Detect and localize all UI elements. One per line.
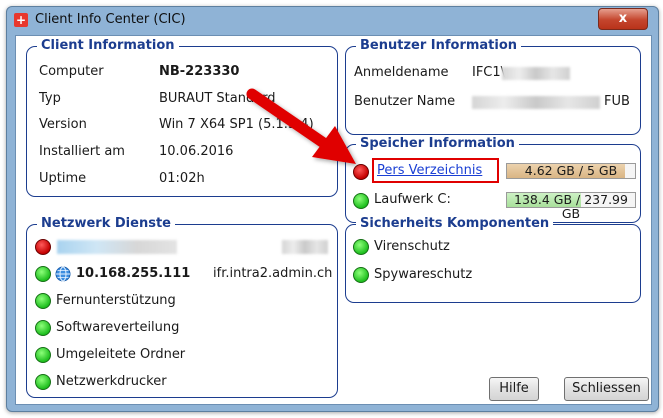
username-label: Benutzer Name: [354, 94, 456, 109]
client-row-label: Computer: [39, 64, 104, 79]
service-label: Netzwerkdrucker: [56, 374, 167, 389]
client-row-version: Version Win 7 X64 SP1 (5.1.3.4): [39, 115, 329, 135]
client-row-typ: Typ BURAUT Standard: [39, 89, 329, 109]
client-row-label: Typ: [39, 91, 61, 106]
client-row-value: 01:02h: [159, 171, 205, 186]
title-bar[interactable]: + Client Info Center (CIC) x: [7, 7, 658, 33]
client-row-computer: Computer NB-223330: [39, 62, 329, 82]
client-row-uptime: Uptime 01:02h: [39, 169, 329, 189]
drive-usage-bar: 138.4 GB / 237.99 GB: [506, 192, 636, 221]
redacted-login: [502, 67, 570, 80]
security-label: Spywareschutz: [374, 267, 473, 282]
drive-status-dot: [353, 193, 369, 209]
ip-status-dot: [35, 266, 51, 282]
globe-icon: [55, 266, 71, 282]
redacted-network-name: [57, 240, 177, 254]
user-information-title: Benutzer Information: [356, 37, 522, 54]
close-button[interactable]: Schliessen: [564, 377, 649, 401]
login-row: Anmeldename IFC1\: [354, 63, 634, 83]
drive-label: Laufwerk C:: [374, 192, 451, 207]
service-status-dot: [35, 320, 51, 336]
login-value: IFC1\: [472, 65, 506, 80]
security-status-dot: [353, 267, 369, 283]
client-information-group: Client Information Computer NB-223330 Ty…: [26, 37, 338, 197]
service-label: Umgeleitete Ordner: [56, 347, 186, 362]
client-row-label: Version: [39, 117, 87, 132]
network-status-dot: [35, 239, 51, 255]
pers-status-dot: [353, 164, 369, 180]
domain-name: ifr.intra2.admin.ch: [213, 266, 333, 281]
client-row-value: 10.06.2016: [159, 144, 234, 159]
security-components-title: Sicherheits Komponenten: [356, 215, 554, 232]
ip-address: 10.168.255.111: [76, 266, 191, 281]
service-label: Fernunterstützung: [56, 293, 176, 308]
redacted-username: [472, 96, 600, 109]
network-services-group: Netzwerk Dienste 10.168.255.111 ifr.intr…: [26, 215, 338, 398]
service-status-dot: [35, 374, 51, 390]
pers-usage-bar: 4.62 GB / 5 GB: [506, 163, 636, 179]
window-title: Client Info Center (CIC): [35, 12, 186, 27]
main-window: + Client Info Center (CIC) x Client Info…: [6, 6, 659, 412]
security-label: Virenschutz: [374, 239, 450, 254]
client-row-value: Win 7 X64 SP1 (5.1.3.4): [159, 117, 314, 132]
client-row-label: Installiert am: [39, 144, 125, 159]
help-button[interactable]: Hilfe: [489, 377, 539, 401]
service-status-dot: [35, 347, 51, 363]
window-content: Client Information Computer NB-223330 Ty…: [15, 35, 652, 405]
storage-information-group: Speicher Information Pers Verzeichnis 4.…: [345, 135, 641, 223]
client-row-installed: Installiert am 10.06.2016: [39, 142, 329, 162]
redacted-network-value: [282, 240, 328, 254]
swiss-cross-icon: +: [14, 13, 28, 27]
computer-name: NB-223330: [159, 64, 240, 79]
client-row-value: BURAUT Standard: [159, 91, 276, 106]
pers-verzeichnis-link[interactable]: Pers Verzeichnis: [377, 161, 482, 181]
close-icon[interactable]: x: [598, 8, 648, 30]
client-row-label: Uptime: [39, 171, 87, 186]
client-information-title: Client Information: [37, 37, 179, 54]
user-information-group: Benutzer Information Anmeldename IFC1\ B…: [345, 37, 641, 135]
username-suffix: FUB: [604, 94, 630, 109]
security-status-dot: [353, 239, 369, 255]
service-status-dot: [35, 293, 51, 309]
pers-usage-text: 4.62 GB / 5 GB: [524, 163, 618, 178]
username-row: Benutzer Name FUB: [354, 92, 634, 112]
service-label: Softwareverteilung: [56, 320, 180, 335]
login-label: Anmeldename: [354, 65, 449, 80]
network-services-title: Netzwerk Dienste: [37, 215, 175, 232]
security-components-group: Sicherheits Komponenten Virenschutz Spyw…: [345, 215, 641, 303]
storage-information-title: Speicher Information: [356, 135, 519, 152]
